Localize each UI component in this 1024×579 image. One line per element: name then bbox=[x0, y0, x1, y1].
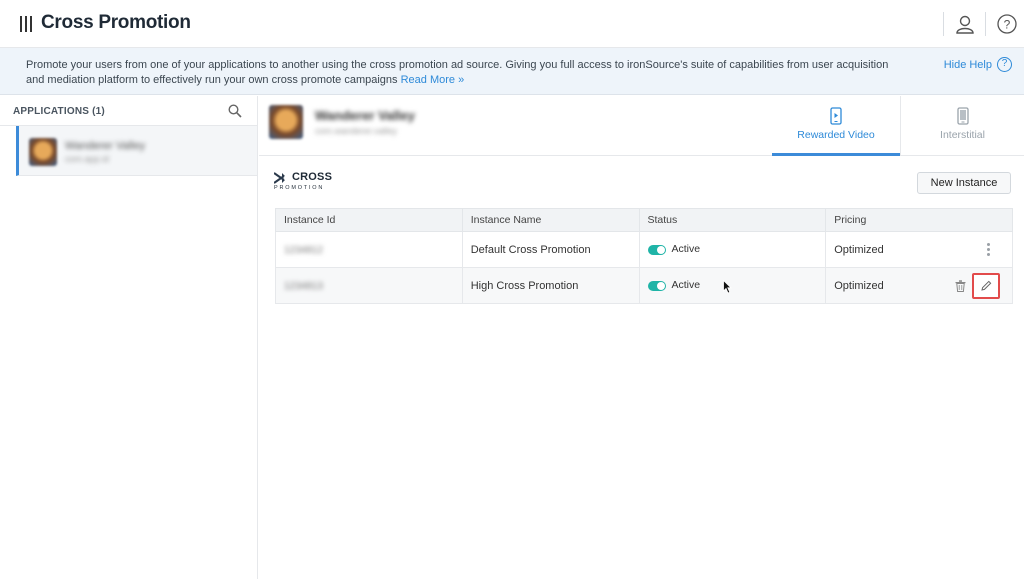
status-cell: Active bbox=[638, 231, 827, 268]
status-toggle[interactable] bbox=[647, 244, 666, 255]
table-row[interactable]: 1234812 Default Cross Promotion Active O… bbox=[275, 231, 1013, 268]
app-name: Wanderer Valley bbox=[65, 140, 146, 152]
header-divider bbox=[943, 12, 944, 36]
app-bundle: com.app.id bbox=[65, 154, 110, 164]
app-header-name: Wanderer Valley bbox=[315, 108, 415, 123]
edit-button[interactable] bbox=[972, 273, 1000, 299]
app-thumbnail bbox=[29, 138, 57, 166]
pricing-value: Optimized bbox=[834, 279, 884, 292]
user-icon[interactable] bbox=[954, 13, 976, 35]
tab-rewarded-video-label: Rewarded Video bbox=[797, 129, 875, 141]
pricing-cell: Optimized bbox=[825, 231, 1013, 268]
applications-title: APPLICATIONS (1) bbox=[13, 106, 105, 117]
phone-icon bbox=[956, 107, 969, 125]
status-label: Active bbox=[671, 279, 701, 292]
app-title: Cross Promotion bbox=[41, 12, 191, 33]
instance-id: 1234813 bbox=[284, 280, 323, 292]
instance-name: Default Cross Promotion bbox=[461, 231, 640, 268]
column-header[interactable]: Instance Id bbox=[275, 208, 463, 232]
instance-id-cell: 1234812 bbox=[275, 231, 463, 268]
status-label: Active bbox=[671, 243, 701, 256]
table-row[interactable]: 1234813 High Cross Promotion Active Opti… bbox=[275, 267, 1013, 304]
mouse-cursor-icon bbox=[723, 280, 732, 294]
instance-id: 1234812 bbox=[284, 244, 323, 256]
status-toggle[interactable] bbox=[647, 280, 666, 291]
top-bar: Cross Promotion ? bbox=[0, 0, 1024, 48]
table-header-row: Instance Id Instance Name Status Pricing bbox=[275, 208, 1013, 232]
sidebar-header: APPLICATIONS (1) bbox=[0, 96, 257, 126]
tab-rewarded-video[interactable]: Rewarded Video bbox=[772, 96, 900, 156]
app-header-bundle: com.wanderer.valley bbox=[315, 126, 398, 136]
column-header[interactable]: Instance Name bbox=[461, 208, 640, 232]
instances-table: Instance Id Instance Name Status Pricing… bbox=[275, 208, 1013, 304]
sidebar-app-item[interactable]: Wanderer Valley com.app.id bbox=[16, 126, 257, 176]
column-header[interactable]: Status bbox=[638, 208, 827, 232]
new-instance-button[interactable]: New Instance bbox=[917, 172, 1011, 194]
menu-icon[interactable] bbox=[20, 16, 32, 32]
column-header[interactable]: Pricing bbox=[825, 208, 1013, 232]
header-divider bbox=[985, 12, 986, 36]
video-phone-icon bbox=[830, 107, 842, 125]
tab-interstitial-label: Interstitial bbox=[940, 129, 985, 141]
hide-help-button[interactable]: Hide Help ? bbox=[944, 57, 1012, 72]
more-options-icon[interactable] bbox=[987, 243, 990, 257]
search-icon[interactable] bbox=[228, 104, 242, 118]
cross-promotion-logo: CROSS PROMOTION bbox=[273, 171, 333, 197]
help-text: Promote your users from one of your appl… bbox=[26, 58, 906, 88]
hide-help-label: Hide Help bbox=[943, 58, 992, 71]
brand-line1: CROSS bbox=[292, 171, 333, 183]
trash-icon[interactable] bbox=[955, 280, 966, 292]
tab-interstitial[interactable]: Interstitial bbox=[900, 96, 1024, 156]
brand-line2: PROMOTION bbox=[274, 185, 325, 191]
instance-name: High Cross Promotion bbox=[461, 267, 640, 304]
read-more-link[interactable]: Read More » bbox=[401, 74, 465, 86]
applications-sidebar: APPLICATIONS (1) Wanderer Valley com.app… bbox=[0, 96, 258, 579]
help-banner: Promote your users from one of your appl… bbox=[0, 48, 1024, 95]
pricing-value: Optimized bbox=[834, 243, 884, 256]
help-circle-icon[interactable]: ? bbox=[996, 13, 1018, 35]
app-thumbnail bbox=[269, 105, 303, 139]
instance-id-cell: 1234813 bbox=[275, 267, 463, 304]
app-header: Wanderer Valley com.wanderer.valley Rewa… bbox=[259, 96, 1024, 156]
svg-text:?: ? bbox=[1004, 18, 1011, 32]
pricing-cell: Optimized bbox=[825, 267, 1013, 304]
main-panel: Wanderer Valley com.wanderer.valley Rewa… bbox=[259, 96, 1024, 579]
pencil-icon bbox=[981, 280, 992, 291]
question-icon: ? bbox=[997, 57, 1012, 72]
